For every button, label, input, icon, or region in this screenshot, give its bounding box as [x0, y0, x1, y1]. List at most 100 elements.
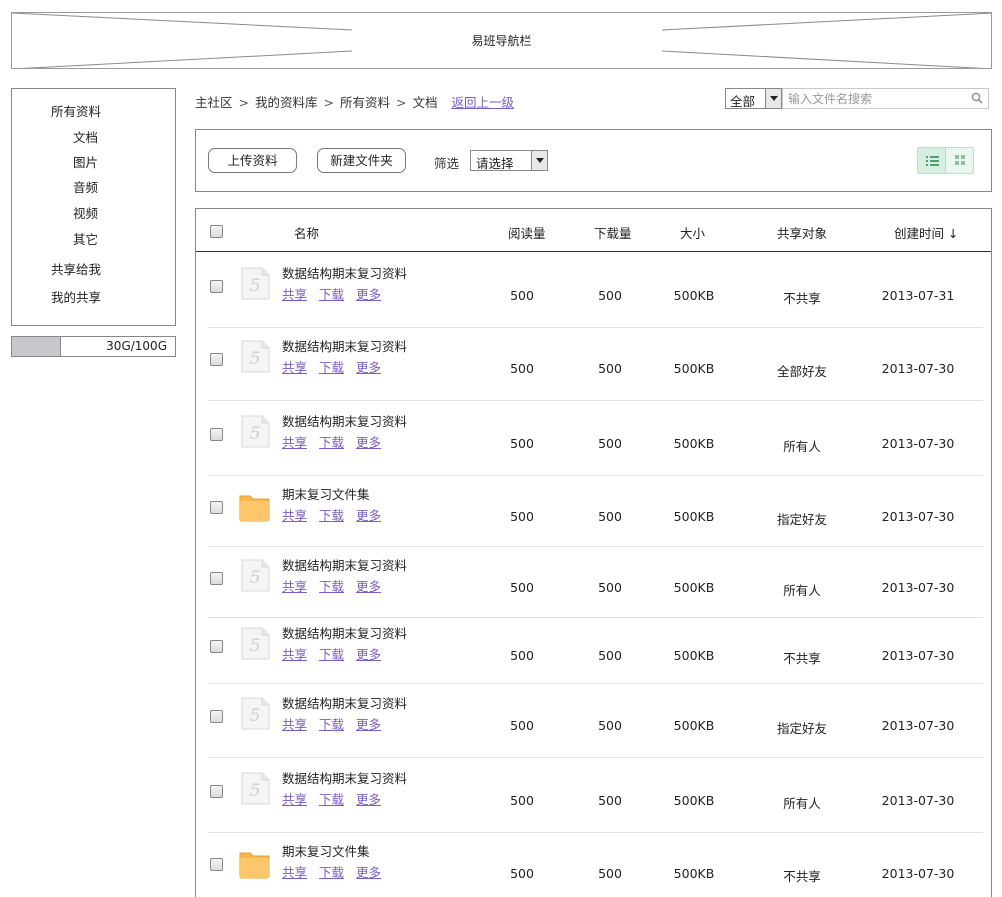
- download-link[interactable]: 下载: [319, 647, 344, 662]
- share-link[interactable]: 共享: [282, 579, 307, 594]
- table-row[interactable]: 期末复习文件集 共享 下载 更多 500 500 500KB 指定好友 2013-0…: [196, 476, 991, 547]
- download-link[interactable]: 下载: [319, 579, 344, 594]
- breadcrumb-item[interactable]: 我的资料库: [255, 95, 318, 110]
- more-link[interactable]: 更多: [356, 579, 381, 594]
- download-link[interactable]: 下载: [319, 287, 344, 302]
- filter-select[interactable]: 请选择: [470, 150, 548, 171]
- column-header-reads[interactable]: 阅读量: [508, 223, 546, 242]
- share-link[interactable]: 共享: [282, 717, 307, 732]
- select-all-checkbox[interactable]: [210, 225, 223, 238]
- search-scope-select[interactable]: 全部: [725, 88, 782, 109]
- new-folder-button[interactable]: 新建文件夹: [317, 148, 406, 173]
- sidebar-item-shared-with-me[interactable]: 共享给我: [51, 259, 101, 278]
- download-link[interactable]: 下载: [319, 865, 344, 880]
- column-header-created[interactable]: 创建时间 ↓: [894, 223, 958, 242]
- more-link[interactable]: 更多: [356, 717, 381, 732]
- upload-button[interactable]: 上传资料: [208, 148, 297, 173]
- row-checkbox[interactable]: [210, 785, 223, 798]
- file-name[interactable]: 数据结构期末复习资料: [282, 623, 407, 642]
- column-header-share[interactable]: 共享对象: [777, 223, 827, 242]
- chevron-down-icon[interactable]: [531, 151, 547, 170]
- row-checkbox[interactable]: [210, 501, 223, 514]
- row-checkbox[interactable]: [210, 572, 223, 585]
- share-target: 所有人: [783, 439, 821, 454]
- list-view-button[interactable]: [918, 148, 946, 173]
- download-link[interactable]: 下载: [319, 792, 344, 807]
- file-name[interactable]: 数据结构期末复习资料: [282, 263, 407, 282]
- read-count: 500: [510, 509, 534, 524]
- column-header-created-label: 创建时间: [894, 226, 945, 241]
- share-link[interactable]: 共享: [282, 792, 307, 807]
- table-row[interactable]: 5 数据结构期末复习资料 共享 下载 更多 500 500 500KB 不共享 20…: [196, 253, 991, 328]
- file-name[interactable]: 期末复习文件集: [282, 484, 370, 503]
- column-header-size[interactable]: 大小: [680, 223, 705, 242]
- share-link[interactable]: 共享: [282, 508, 307, 523]
- row-checkbox[interactable]: [210, 710, 223, 723]
- sidebar-item-audio[interactable]: 音频: [73, 177, 98, 196]
- table-row[interactable]: 5 数据结构期末复习资料 共享 下载 更多 500 500 500KB 不共享 20…: [196, 618, 991, 684]
- column-header-downloads[interactable]: 下载量: [594, 223, 632, 242]
- sidebar-item-video[interactable]: 视频: [73, 203, 98, 222]
- search-icon[interactable]: [971, 92, 983, 104]
- table-row[interactable]: 5 数据结构期末复习资料 共享 下载 更多 500 500 500KB 全部好友 2…: [196, 327, 991, 401]
- share-link[interactable]: 共享: [282, 647, 307, 662]
- view-toggle: [917, 147, 974, 174]
- share-link[interactable]: 共享: [282, 360, 307, 375]
- row-checkbox[interactable]: [210, 640, 223, 653]
- read-count: 500: [510, 866, 534, 881]
- read-count: 500: [510, 361, 534, 376]
- share-link[interactable]: 共享: [282, 865, 307, 880]
- read-count: 500: [510, 648, 534, 663]
- sidebar-item-documents[interactable]: 文档: [73, 127, 98, 146]
- download-count: 500: [598, 509, 622, 524]
- more-link[interactable]: 更多: [356, 287, 381, 302]
- row-checkbox[interactable]: [210, 280, 223, 293]
- back-link[interactable]: 返回上一级: [452, 95, 515, 110]
- file-name[interactable]: 数据结构期末复习资料: [282, 555, 407, 574]
- column-header-name[interactable]: 名称: [294, 223, 319, 242]
- share-target: 不共享: [783, 651, 821, 666]
- created-date: 2013-07-30: [881, 436, 955, 451]
- more-link[interactable]: 更多: [356, 647, 381, 662]
- share-target: 指定好友: [776, 512, 827, 527]
- file-name[interactable]: 数据结构期末复习资料: [282, 411, 407, 430]
- table-row[interactable]: 5 数据结构期末复习资料 共享 下载 更多 500 500 500KB 所有人 20…: [196, 401, 991, 476]
- row-checkbox[interactable]: [210, 428, 223, 441]
- grid-view-button[interactable]: [946, 148, 974, 173]
- table-row[interactable]: 期末复习文件集 共享 下载 更多 500 500 500KB 不共享 2013-07…: [196, 833, 991, 897]
- sidebar-item-other[interactable]: 其它: [73, 229, 98, 248]
- more-link[interactable]: 更多: [356, 508, 381, 523]
- row-checkbox[interactable]: [210, 858, 223, 871]
- download-link[interactable]: 下载: [319, 435, 344, 450]
- file-name[interactable]: 数据结构期末复习资料: [282, 693, 407, 712]
- sidebar-item-all[interactable]: 所有资料: [51, 101, 101, 120]
- more-link[interactable]: 更多: [356, 865, 381, 880]
- sidebar-item-my-shares[interactable]: 我的共享: [51, 287, 101, 306]
- file-name[interactable]: 数据结构期末复习资料: [282, 768, 407, 787]
- table-row[interactable]: 5 数据结构期末复习资料 共享 下载 更多 500 500 500KB 所有人 20…: [196, 758, 991, 833]
- created-date: 2013-07-30: [881, 866, 955, 881]
- sidebar-item-images[interactable]: 图片: [73, 152, 98, 171]
- more-link[interactable]: 更多: [356, 792, 381, 807]
- created-date: 2013-07-30: [881, 361, 955, 376]
- search-input[interactable]: [782, 88, 989, 109]
- file-name[interactable]: 期末复习文件集: [282, 841, 370, 860]
- download-link[interactable]: 下载: [319, 717, 344, 732]
- row-actions: 共享 下载 更多: [282, 714, 393, 733]
- table-row[interactable]: 5 数据结构期末复习资料 共享 下载 更多 500 500 500KB 指定好友 2…: [196, 684, 991, 758]
- download-count: 500: [598, 580, 622, 595]
- more-link[interactable]: 更多: [356, 360, 381, 375]
- row-checkbox[interactable]: [210, 353, 223, 366]
- table-row[interactable]: 5 数据结构期末复习资料 共享 下载 更多 500 500 500KB 所有人 20…: [196, 547, 991, 618]
- file-name[interactable]: 数据结构期末复习资料: [282, 336, 407, 355]
- more-link[interactable]: 更多: [356, 435, 381, 450]
- share-link[interactable]: 共享: [282, 287, 307, 302]
- breadcrumb-item[interactable]: 主社区: [195, 95, 233, 110]
- document-icon: 5: [241, 340, 270, 373]
- chevron-down-icon[interactable]: [765, 89, 781, 108]
- share-link[interactable]: 共享: [282, 435, 307, 450]
- download-link[interactable]: 下载: [319, 508, 344, 523]
- breadcrumb-item[interactable]: 所有资料: [340, 95, 390, 110]
- file-size: 500KB: [673, 648, 715, 663]
- download-link[interactable]: 下载: [319, 360, 344, 375]
